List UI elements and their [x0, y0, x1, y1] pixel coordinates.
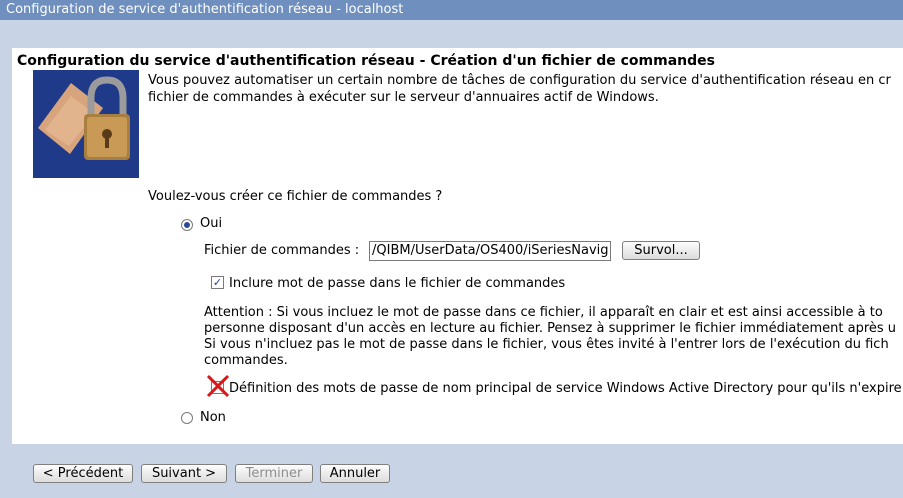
command-file-input[interactable]: /QIBM/UserData/OS400/iSeriesNavig — [369, 241, 611, 261]
intro-text-line-2: fichier de commandes à exécuter sur le s… — [148, 90, 659, 105]
intro-text-line-1: Vous pouvez automatiser un certain nombr… — [148, 73, 891, 88]
radio-no-label: Non — [200, 410, 226, 425]
question-label: Voulez-vous créer ce fichier de commande… — [148, 189, 443, 204]
browse-button[interactable]: Survol... — [622, 241, 700, 260]
next-button[interactable]: Suivant > — [141, 464, 227, 483]
warning-line-3: Si vous n'incluez pas le mot de passe da… — [204, 337, 889, 352]
back-button[interactable]: < Précédent — [33, 464, 133, 483]
cancel-button[interactable]: Annuler — [320, 464, 390, 483]
page-title: Configuration du service d'authentificat… — [17, 53, 715, 69]
warning-line-2: personne disposant d'un accès en lecture… — [204, 321, 897, 336]
warning-line-4: commandes. — [204, 353, 288, 368]
include-password-checkbox[interactable]: ✓ — [211, 276, 224, 289]
spn-password-label: Définition des mots de passe de nom prin… — [229, 381, 902, 396]
finish-button[interactable]: Terminer — [235, 464, 313, 483]
include-password-label: Inclure mot de passe dans le fichier de … — [229, 276, 566, 291]
warning-line-1: Attention : Si vous incluez le mot de pa… — [204, 305, 883, 320]
wizard-panel: Configuration du service d'authentificat… — [12, 48, 903, 444]
red-x-icon — [206, 374, 230, 398]
radio-no[interactable] — [181, 412, 193, 424]
radio-yes[interactable] — [181, 219, 193, 231]
radio-yes-label: Oui — [200, 216, 223, 231]
window-title: Configuration de service d'authentificat… — [0, 0, 903, 20]
command-file-label: Fichier de commandes : — [204, 243, 360, 258]
checkmark-icon: ✓ — [212, 276, 223, 289]
padlock-icon — [33, 70, 139, 178]
